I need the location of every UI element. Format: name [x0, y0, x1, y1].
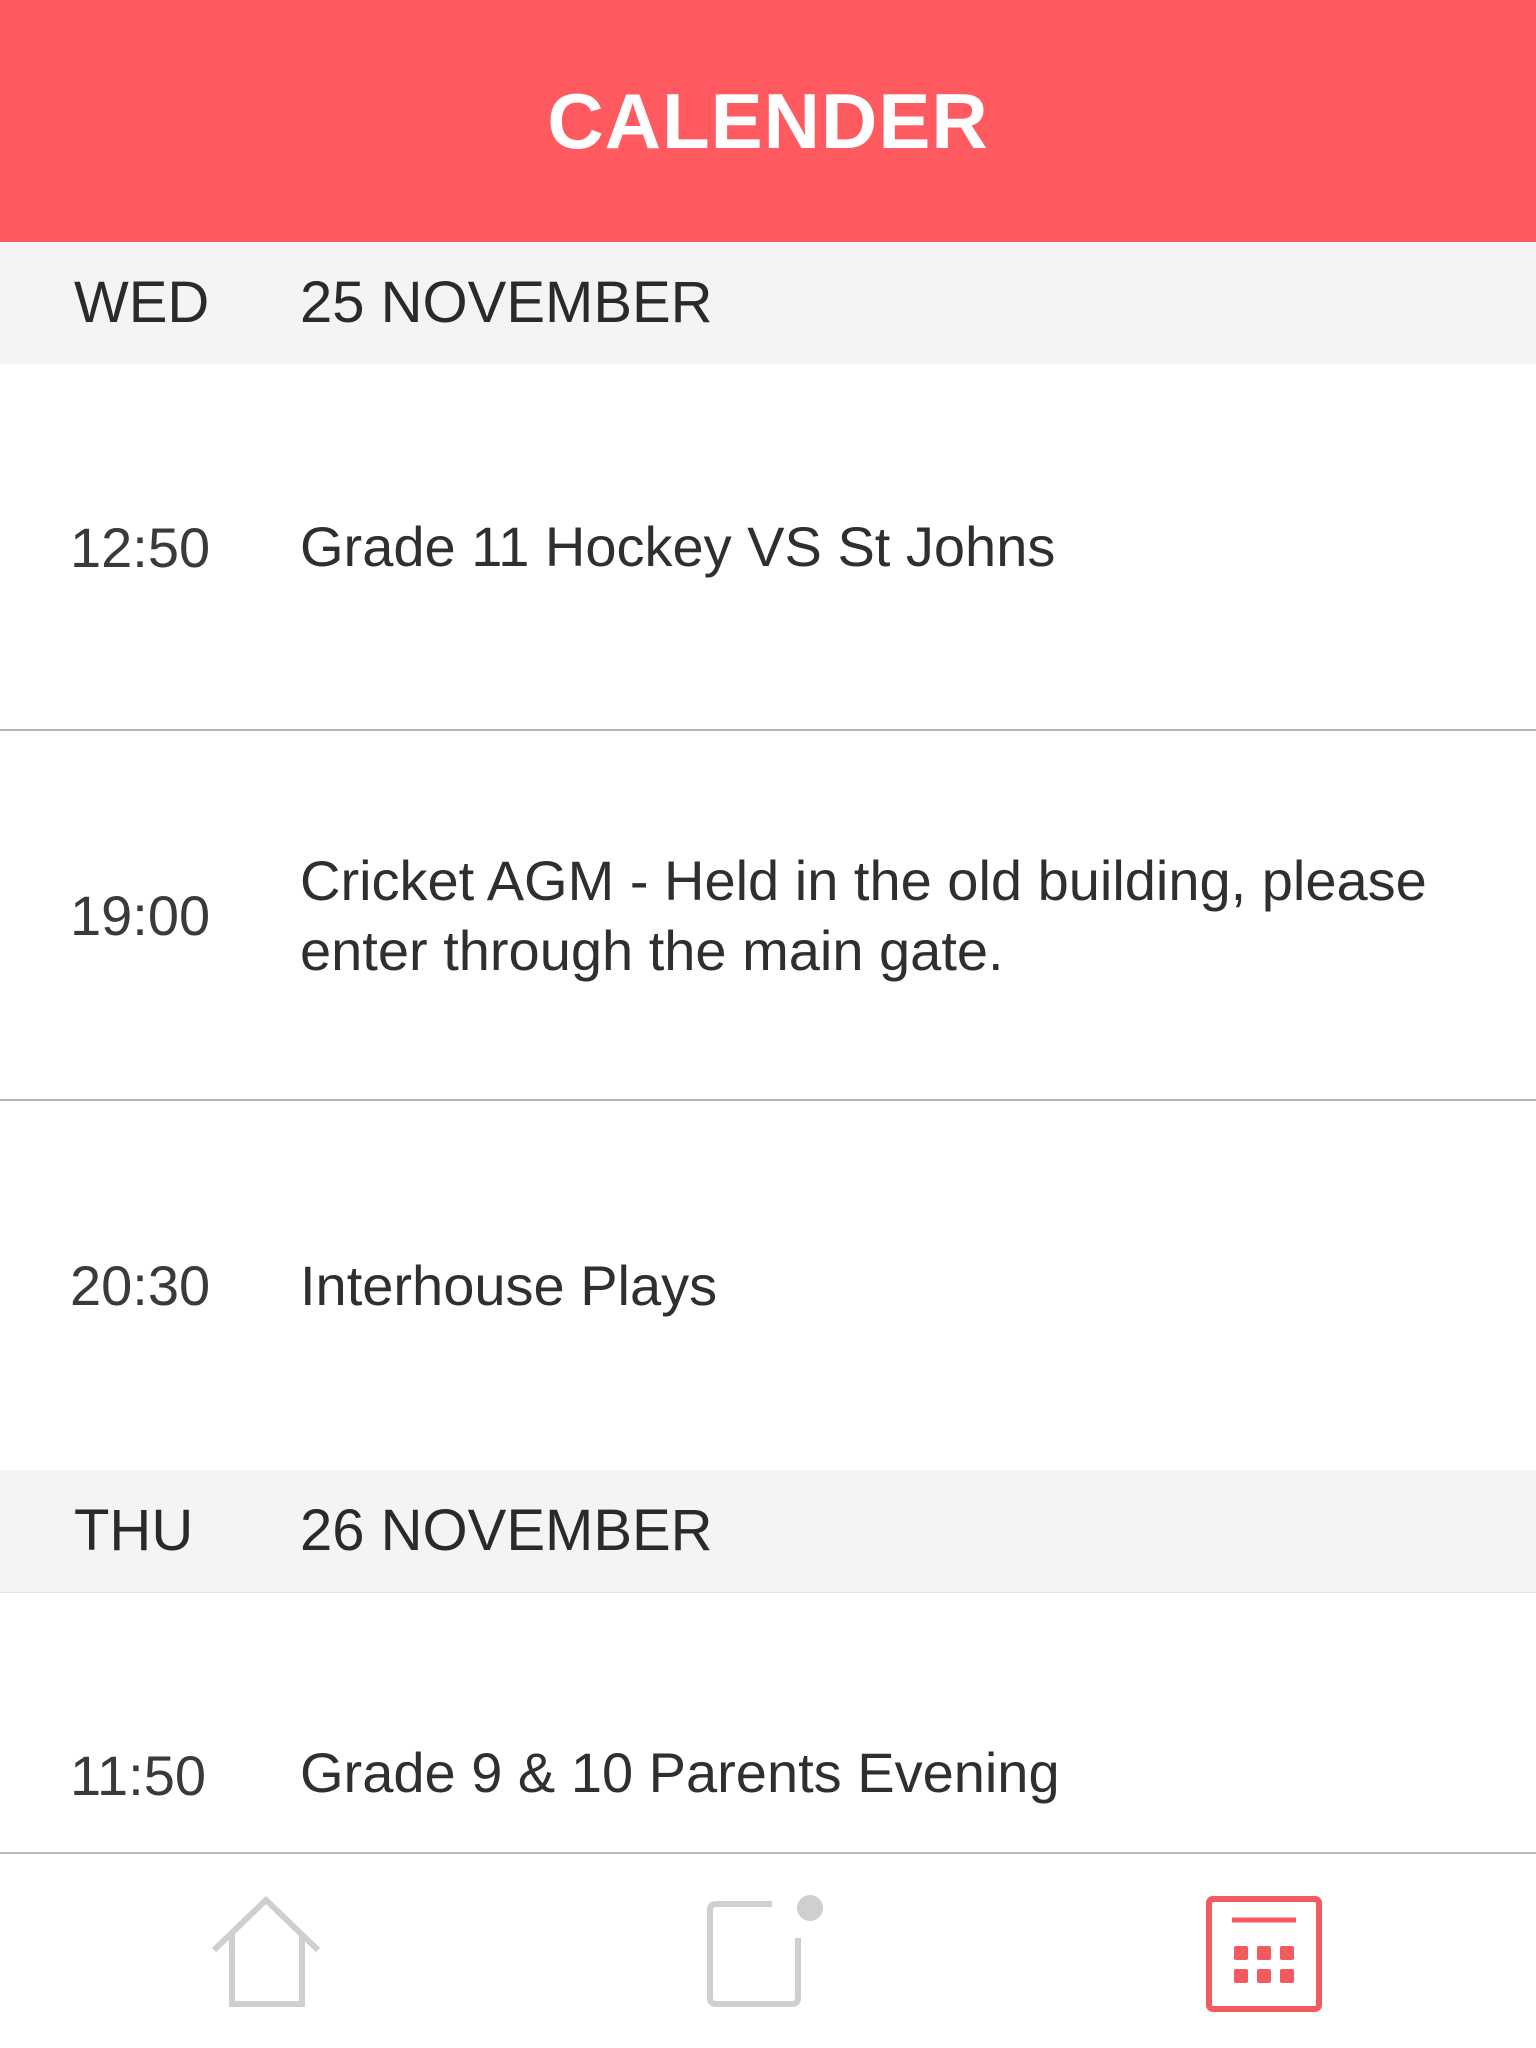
event-row[interactable]: 20:30 Interhouse Plays — [0, 1101, 1536, 1470]
event-title: Cricket AGM - Held in the old building, … — [300, 848, 1427, 982]
day-of-week: THU — [74, 1498, 194, 1563]
event-row[interactable]: 19:00 Cricket AGM - Held in the old buil… — [0, 731, 1536, 1100]
event-title: Grade 9 & 10 Parents Evening — [300, 1741, 1060, 1804]
page-title: CALENDER — [547, 76, 989, 165]
tab-notifications[interactable] — [512, 1854, 1024, 2048]
event-row[interactable]: 11:50 Grade 9 & 10 Parents Evening — [0, 1593, 1536, 1852]
calendar-screen: CALENDER WED 25 NOVEMBER 12:50 Grade 11 … — [0, 0, 1536, 2048]
day-date: 26 NOVEMBER — [300, 1498, 713, 1563]
calendar-icon — [1206, 1896, 1322, 2012]
app-header: CALENDER — [0, 0, 1536, 242]
notification-badge — [797, 1895, 823, 1921]
event-title: Interhouse Plays — [300, 1253, 718, 1317]
event-row[interactable]: 12:50 Grade 11 Hockey VS St Johns — [0, 364, 1536, 730]
day-of-week: WED — [74, 270, 210, 335]
bottom-tab-bar — [0, 1852, 1536, 2048]
event-time: 19:00 — [70, 884, 211, 947]
tab-calendar[interactable] — [1024, 1854, 1536, 2048]
event-time: 11:50 — [70, 1744, 206, 1807]
tab-home[interactable] — [0, 1854, 512, 2048]
day-header-wed: WED 25 NOVEMBER — [0, 242, 1536, 365]
event-title: Grade 11 Hockey VS St Johns — [300, 515, 1056, 578]
home-icon — [211, 1895, 321, 2007]
day-date: 25 NOVEMBER — [300, 270, 713, 335]
day-header-thu: THU 26 NOVEMBER — [0, 1470, 1536, 1593]
event-time: 20:30 — [70, 1254, 211, 1317]
event-time: 12:50 — [70, 515, 211, 579]
notifications-icon — [707, 1895, 823, 2007]
